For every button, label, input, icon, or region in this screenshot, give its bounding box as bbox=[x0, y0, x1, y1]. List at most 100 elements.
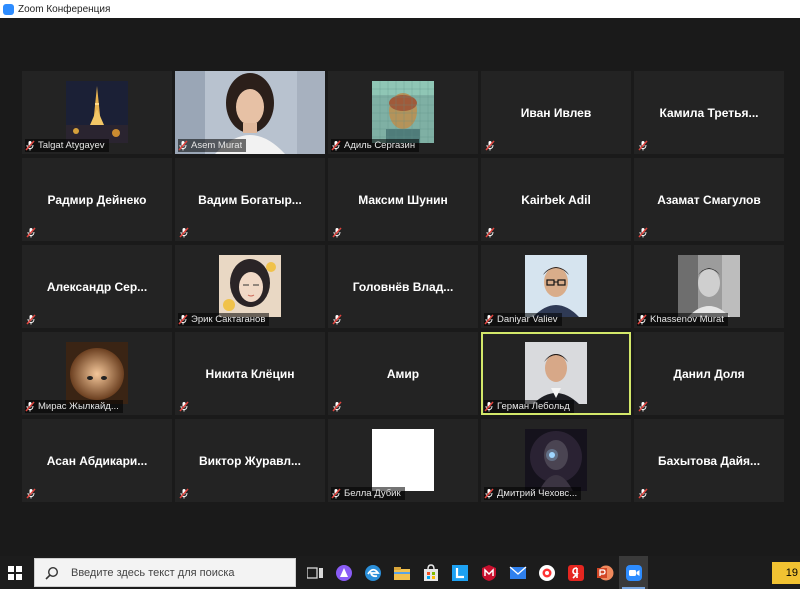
taskbar-app-button[interactable] bbox=[590, 556, 619, 589]
mail-icon bbox=[509, 566, 527, 580]
participant-tile[interactable]: Daniyar Valiev bbox=[481, 245, 631, 328]
participant-tile[interactable]: Asem Murat bbox=[175, 71, 325, 154]
participant-tile[interactable]: Talgat Atygayev bbox=[22, 71, 172, 154]
zoom-icon bbox=[625, 564, 643, 582]
powerpoint-icon bbox=[596, 564, 614, 582]
participant-label: Мирас Жылкайд... bbox=[25, 400, 123, 413]
participant-name: Бахытова Дайя... bbox=[657, 453, 761, 468]
participant-tile[interactable]: Азамат Смагулов bbox=[634, 158, 784, 241]
participant-tile[interactable]: Бахытова Дайя... bbox=[634, 419, 784, 502]
participant-name: Daniyar Valiev bbox=[497, 314, 558, 325]
muted-mic-icon bbox=[25, 140, 35, 151]
participant-tile[interactable]: Эрик Сактаганов bbox=[175, 245, 325, 328]
participant-name: Иван Ивлев bbox=[520, 105, 592, 120]
muted-mic-icon bbox=[179, 401, 189, 412]
muted-mic-icon bbox=[485, 140, 495, 151]
participant-name: Головнёв Влад... bbox=[352, 279, 454, 294]
taskbar-app-button[interactable] bbox=[416, 556, 445, 589]
taskbar-clock[interactable]: 19 bbox=[772, 561, 800, 584]
muted-mic-icon bbox=[332, 314, 342, 325]
participant-name: Радмир Дейнеко bbox=[47, 192, 147, 207]
search-icon bbox=[45, 566, 59, 580]
meeting-gallery: Talgat Atygayev Asem Murat Адиль Сергази… bbox=[0, 18, 800, 556]
muted-mic-icon bbox=[178, 314, 188, 325]
muted-mic-icon bbox=[638, 140, 648, 151]
participant-tile[interactable]: Александр Сер... bbox=[22, 245, 172, 328]
participant-label: Asem Murat bbox=[178, 139, 247, 152]
participant-name: Адиль Сергазин bbox=[344, 140, 416, 151]
participant-tile[interactable]: Kairbek Adil bbox=[481, 158, 631, 241]
muted-mic-icon bbox=[638, 488, 648, 499]
muted-mic-icon bbox=[26, 488, 36, 499]
participant-name: Белла Дубик bbox=[344, 488, 401, 499]
participant-tile[interactable]: Белла Дубик bbox=[328, 419, 478, 502]
participant-tile[interactable]: Дмитрий Чеховс... bbox=[481, 419, 631, 502]
muted-mic-icon bbox=[179, 227, 189, 238]
participant-tile[interactable]: Максим Шунин bbox=[328, 158, 478, 241]
participant-label: Герман Лебольд bbox=[484, 400, 574, 413]
taskbar-app-button[interactable] bbox=[329, 556, 358, 589]
taskbar-app-button[interactable] bbox=[387, 556, 416, 589]
participant-tile[interactable]: Герман Лебольд bbox=[481, 332, 631, 415]
taskbar-app-button[interactable] bbox=[474, 556, 503, 589]
taskbar-app-button[interactable] bbox=[358, 556, 387, 589]
participant-name: Асан Абдикари... bbox=[46, 453, 148, 468]
participant-tile[interactable]: Мирас Жылкайд... bbox=[22, 332, 172, 415]
participant-name: Александр Сер... bbox=[46, 279, 148, 294]
windows-taskbar: 19 bbox=[0, 556, 800, 589]
file-explorer-icon bbox=[393, 565, 411, 581]
participant-tile[interactable]: Адиль Сергазин bbox=[328, 71, 478, 154]
taskbar-app-button[interactable] bbox=[561, 556, 590, 589]
participant-name: Вадим Богатыр... bbox=[198, 192, 302, 207]
participant-tile[interactable]: Виктор Журавл... bbox=[175, 419, 325, 502]
window-titlebar: Zoom Конференция bbox=[0, 0, 800, 18]
edge-browser-icon bbox=[364, 564, 382, 582]
mcafee-icon bbox=[480, 564, 498, 582]
participant-grid: Talgat Atygayev Asem Murat Адиль Сергази… bbox=[22, 71, 784, 502]
muted-mic-icon bbox=[26, 227, 36, 238]
participant-label: Эрик Сактаганов bbox=[178, 313, 270, 326]
participant-name: Дмитрий Чеховс... bbox=[497, 488, 578, 499]
participant-tile[interactable]: Никита Клёцин bbox=[175, 332, 325, 415]
participant-tile[interactable]: Асан Абдикари... bbox=[22, 419, 172, 502]
yandex-icon bbox=[567, 564, 585, 582]
muted-mic-icon bbox=[25, 401, 35, 412]
search-input[interactable] bbox=[69, 565, 283, 580]
participant-name: Амир bbox=[386, 366, 420, 381]
taskbar-app-button[interactable] bbox=[300, 556, 329, 589]
participant-name: Asem Murat bbox=[191, 140, 243, 151]
task-view-icon bbox=[306, 566, 323, 580]
taskbar-app-button[interactable] bbox=[532, 556, 561, 589]
muted-mic-icon bbox=[26, 314, 36, 325]
participant-label: Daniyar Valiev bbox=[484, 313, 562, 326]
taskbar-app-button[interactable] bbox=[445, 556, 474, 589]
taskbar-app-button[interactable] bbox=[619, 556, 648, 589]
muted-mic-icon bbox=[638, 227, 648, 238]
taskbar-apps bbox=[300, 556, 648, 589]
participant-name: Никита Клёцин bbox=[205, 366, 295, 381]
taskbar-search-box[interactable] bbox=[34, 558, 296, 587]
taskbar-app-button[interactable] bbox=[503, 556, 532, 589]
muted-mic-icon bbox=[332, 227, 342, 238]
muted-mic-icon bbox=[331, 140, 341, 151]
store-icon bbox=[422, 563, 440, 582]
participant-label: Khassenov Murat bbox=[637, 313, 728, 326]
participant-label: Адиль Сергазин bbox=[331, 139, 420, 152]
participant-name: Данил Доля bbox=[673, 366, 745, 381]
participant-tile[interactable]: Амир bbox=[328, 332, 478, 415]
participant-tile[interactable]: Радмир Дейнеко bbox=[22, 158, 172, 241]
participant-tile[interactable]: Данил Доля bbox=[634, 332, 784, 415]
participant-name: Виктор Журавл... bbox=[199, 453, 301, 468]
zoom-app-icon bbox=[3, 3, 14, 15]
start-button[interactable] bbox=[0, 556, 30, 589]
participant-tile[interactable]: Khassenov Murat bbox=[634, 245, 784, 328]
participant-tile[interactable]: Камила Третья... bbox=[634, 71, 784, 154]
participant-tile[interactable]: Иван Ивлев bbox=[481, 71, 631, 154]
participant-tile[interactable]: Вадим Богатыр... bbox=[175, 158, 325, 241]
windows-icon bbox=[8, 565, 22, 580]
muted-mic-icon bbox=[332, 401, 342, 412]
muted-mic-icon bbox=[637, 314, 647, 325]
participant-tile[interactable]: Головнёв Влад... bbox=[328, 245, 478, 328]
participant-name: Герман Лебольд bbox=[497, 401, 570, 412]
window-title: Zoom Конференция bbox=[18, 3, 111, 15]
